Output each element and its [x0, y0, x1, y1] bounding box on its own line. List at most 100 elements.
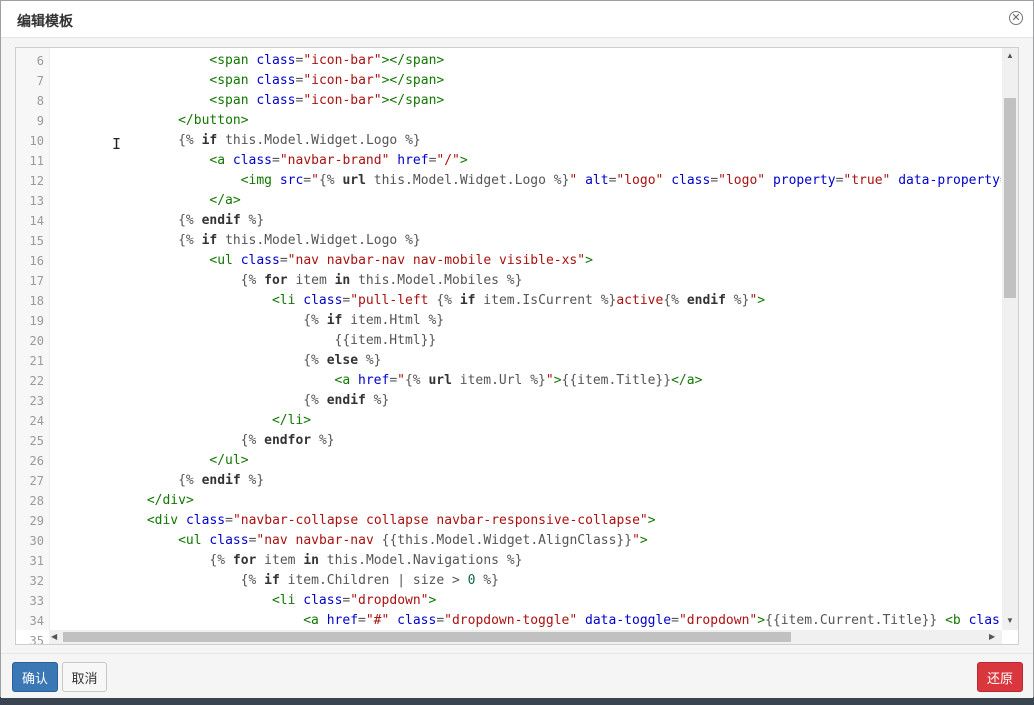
code-token: endif	[326, 393, 366, 408]
restore-button[interactable]: 还原	[977, 662, 1023, 692]
line-number: 22	[29, 374, 44, 388]
code-area[interactable]: <span class="icon-bar"></span> <span clas…	[49, 48, 1001, 630]
code-token: </button>	[178, 113, 249, 128]
code-line[interactable]: <ul class="nav navbar-nav {{this.Model.W…	[49, 531, 1001, 551]
code-token: endif	[201, 473, 241, 488]
code-token: item.Url %}	[451, 373, 546, 388]
code-token: {%	[303, 313, 327, 328]
code-token: for	[232, 553, 257, 568]
code-line[interactable]: {% endif %}	[49, 211, 1001, 231]
vertical-scrollbar[interactable]: ▲ ▼	[1002, 48, 1018, 630]
code-token: {%	[178, 213, 202, 228]
code-line[interactable]: {% if item.Html %}	[49, 311, 1001, 331]
code-token: class	[671, 173, 711, 188]
code-editor[interactable]: 6 7 8 9 10 11 12 13 14 15 16 17 18 19 20 21 22 23 24 25 26 27…	[15, 47, 1019, 645]
code-line[interactable]: {{item.Html}}	[49, 331, 1001, 351]
code-token: </ul>	[209, 453, 249, 468]
code-token: <a	[209, 153, 233, 168]
code-line[interactable]: <span class="icon-bar"></span>	[49, 91, 1001, 111]
code-line[interactable]: <img src="{% url this.Model.Widget.Logo …	[49, 171, 1001, 191]
line-number: 32	[29, 574, 44, 588]
code-token: %}	[240, 213, 265, 228]
code-token: href	[397, 153, 429, 168]
code-token: data-toggle	[585, 613, 672, 628]
code-line[interactable]: </li>	[49, 411, 1001, 431]
vertical-scroll-thumb[interactable]	[1004, 98, 1016, 298]
code-token: item.Children | size >	[279, 573, 468, 588]
code-token: endfor	[264, 433, 312, 448]
code-line[interactable]: {% if item.Children | size > 0 %}	[49, 571, 1001, 591]
code-token: {{item.Html}}	[334, 333, 437, 348]
code-token: class	[240, 253, 280, 268]
line-number: 31	[29, 554, 44, 568]
code-token: <a	[334, 373, 358, 388]
code-token: {%	[404, 373, 429, 388]
code-line[interactable]: <a class="navbar-brand" href="/">	[49, 151, 1001, 171]
code-line[interactable]: {% if this.Model.Widget.Logo %}	[49, 231, 1001, 251]
code-token: {%	[663, 293, 687, 308]
confirm-button[interactable]: 确认	[12, 662, 58, 692]
scroll-right-icon[interactable]: ▶	[989, 632, 995, 642]
horizontal-scrollbar[interactable]: ◀ ▶	[49, 630, 1002, 644]
code-token: <span	[209, 93, 257, 108]
code-token: "dropdown"	[678, 613, 758, 628]
scroll-down-icon[interactable]: ▼	[1006, 616, 1014, 626]
code-line[interactable]: <a href="{% url item.Url %}">{{item.Titl…	[49, 371, 1001, 391]
code-token: >	[757, 293, 766, 308]
code-line[interactable]: {% endif %}	[49, 391, 1001, 411]
code-token: if	[459, 293, 476, 308]
code-line[interactable]: <div class="navbar-collapse collapse nav…	[49, 511, 1001, 531]
code-token: "/"	[436, 153, 460, 168]
line-number: 29	[29, 514, 44, 528]
code-token: href	[326, 613, 359, 628]
code-token: property	[772, 173, 836, 188]
code-token: item.IsCurrent %}	[475, 293, 617, 308]
line-number: 10	[29, 134, 44, 148]
code-line[interactable]: {% for item in this.Model.Navigations %}	[49, 551, 1001, 571]
code-token: endif	[686, 293, 726, 308]
code-token: "pull-left	[350, 293, 437, 308]
code-token: this.Model.Navigations %}	[318, 553, 523, 568]
code-line[interactable]: <a href="#" class="dropdown-toggle" data…	[49, 611, 1001, 630]
code-line[interactable]: <span class="icon-bar"></span>	[49, 51, 1001, 71]
scroll-left-icon[interactable]: ◀	[51, 632, 57, 642]
code-token: {{item.Title}}	[561, 373, 672, 388]
cancel-button[interactable]: 取消	[62, 662, 107, 692]
horizontal-scroll-thumb[interactable]	[63, 632, 791, 642]
code-token: "logo"	[616, 173, 664, 188]
code-token: ></span>	[381, 73, 445, 88]
code-line[interactable]: <li class="pull-left {% if item.IsCurren…	[49, 291, 1001, 311]
code-line[interactable]: {% else %}	[49, 351, 1001, 371]
code-token: %}	[358, 353, 382, 368]
code-token: for	[264, 273, 288, 288]
code-line[interactable]: </button>	[49, 111, 1001, 131]
code-line[interactable]: </a>	[49, 191, 1001, 211]
code-line[interactable]: </ul>	[49, 451, 1001, 471]
line-number: 27	[29, 474, 44, 488]
code-token: this.Model.Widget.Logo %}	[217, 233, 421, 248]
code-line[interactable]: {% endif %}	[49, 471, 1001, 491]
code-token: item	[287, 273, 335, 288]
code-token: "logo"	[718, 173, 766, 188]
code-line[interactable]: {% for item in this.Model.Mobiles %}	[49, 271, 1001, 291]
code-line[interactable]: <li class="dropdown">	[49, 591, 1001, 611]
scroll-up-icon[interactable]: ▲	[1006, 51, 1014, 61]
code-line[interactable]: {% endfor %}	[49, 431, 1001, 451]
code-token: "dropdown"	[350, 593, 429, 608]
code-token: {{item.Current.Title}}	[765, 613, 938, 628]
code-token: {%	[318, 173, 343, 188]
code-token: {%	[240, 573, 265, 588]
code-token: <span	[209, 73, 257, 88]
code-line[interactable]: </div>	[49, 491, 1001, 511]
close-icon[interactable]: ✕	[1009, 11, 1023, 25]
code-token: >	[553, 373, 562, 388]
code-line[interactable]: {% if this.Model.Widget.Logo %}	[49, 131, 1001, 151]
code-line[interactable]: <ul class="nav navbar-nav nav-mobile vis…	[49, 251, 1001, 271]
code-token: ></span>	[381, 93, 445, 108]
code-token: <img	[240, 173, 280, 188]
code-line[interactable]: <span class="icon-bar"></span>	[49, 71, 1001, 91]
code-token: =	[272, 153, 280, 168]
code-token: %}	[725, 293, 750, 308]
